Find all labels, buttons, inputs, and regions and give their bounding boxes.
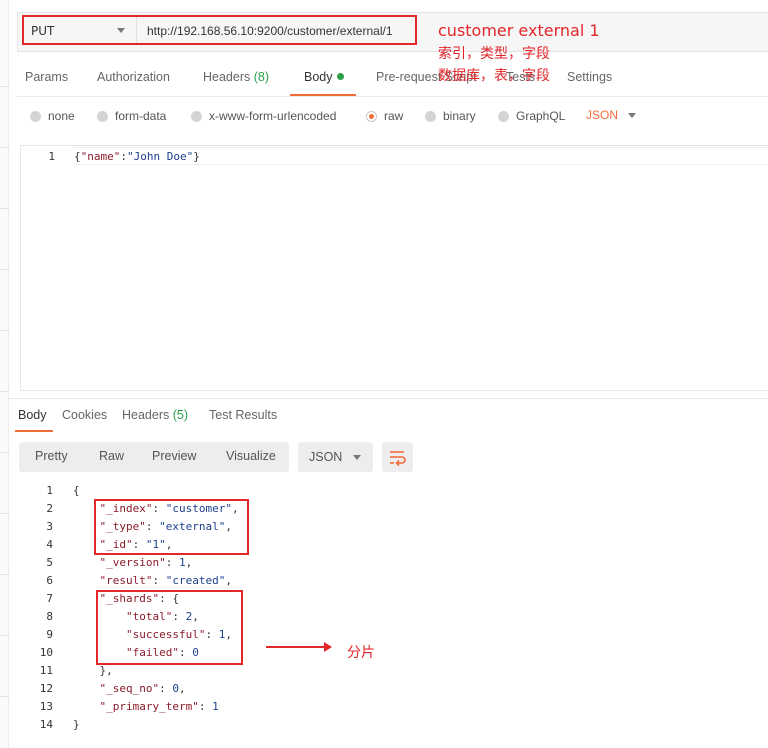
- line-number: 2: [46, 502, 53, 515]
- response-code-line: "_primary_term": 1: [99, 700, 219, 713]
- response-tab-cookies[interactable]: Cookies: [62, 408, 107, 422]
- tabs-divider: [17, 96, 768, 97]
- chevron-down-icon[interactable]: [628, 113, 636, 118]
- response-code-line: },: [73, 664, 113, 677]
- tab-body[interactable]: Body: [304, 70, 344, 84]
- radio-selected-icon: [366, 110, 377, 122]
- annotation-url-line1: customer external 1: [438, 21, 600, 40]
- line-number: 1: [48, 150, 55, 163]
- response-code-line: "_type": "external",: [99, 520, 232, 533]
- annotation-arrow: [266, 642, 332, 652]
- line-number: 7: [46, 592, 53, 605]
- pane-divider[interactable]: [9, 398, 768, 399]
- response-code-line: {: [73, 484, 80, 497]
- tab-params[interactable]: Params: [25, 70, 68, 84]
- line-number: 4: [46, 538, 53, 551]
- body-format-select[interactable]: JSON: [586, 108, 618, 122]
- line-number: 11: [39, 664, 53, 677]
- response-headers-count: (5): [172, 408, 189, 422]
- radio-graphql[interactable]: GraphQL: [498, 108, 565, 124]
- line-number: 14: [39, 718, 53, 731]
- response-tab-headers[interactable]: Headers (5): [122, 408, 188, 422]
- radio-none[interactable]: none: [30, 108, 75, 124]
- line-number: 12: [39, 682, 53, 695]
- view-pretty-button[interactable]: Pretty: [35, 449, 68, 463]
- line-number: 1: [46, 484, 53, 497]
- radio-icon: [498, 110, 509, 122]
- line-number: 3: [46, 520, 53, 533]
- radio-icon: [30, 110, 41, 122]
- response-code-line: "_seq_no": 0,: [99, 682, 186, 695]
- response-tab-test-results[interactable]: Test Results: [209, 408, 277, 422]
- response-tab-body[interactable]: Body: [18, 408, 47, 422]
- radio-icon: [97, 110, 108, 122]
- chevron-down-icon: [353, 455, 361, 460]
- body-indicator-dot: [336, 73, 344, 81]
- line-gutter: [21, 146, 73, 390]
- radio-raw[interactable]: raw: [366, 108, 403, 124]
- headers-count: (8): [253, 70, 270, 84]
- view-preview-button[interactable]: Preview: [152, 449, 196, 463]
- response-code-line: "_shards": {: [99, 592, 179, 605]
- response-format-select[interactable]: JSON: [298, 442, 373, 472]
- line-number: 9: [46, 628, 53, 641]
- active-tab-underline: [15, 430, 53, 432]
- response-code-line: "_index": "customer",: [99, 502, 239, 515]
- annotation-shards-note: 分片: [347, 645, 375, 661]
- line-number: 13: [39, 700, 53, 713]
- request-body-editor[interactable]: 1 {"name":"John Doe"}: [20, 145, 768, 391]
- view-raw-button[interactable]: Raw: [99, 449, 124, 463]
- method-value: PUT: [31, 24, 55, 38]
- method-select[interactable]: PUT: [23, 16, 133, 46]
- view-visualize-button[interactable]: Visualize: [226, 449, 276, 463]
- tab-authorization[interactable]: Authorization: [97, 70, 170, 84]
- radio-x-www-form-urlencoded[interactable]: x-www-form-urlencoded: [191, 108, 336, 124]
- url-input[interactable]: http://192.168.56.10:9200/customer/exter…: [136, 16, 416, 46]
- response-code-line: "result": "created",: [99, 574, 232, 587]
- radio-binary[interactable]: binary: [425, 108, 476, 124]
- radio-form-data[interactable]: form-data: [97, 108, 166, 124]
- response-code-line: "successful": 1,: [125, 628, 232, 641]
- response-code-line: "_id": "1",: [99, 538, 173, 551]
- response-code-line: "total": 2,: [125, 610, 199, 623]
- response-code-line: "failed": 0: [125, 646, 199, 659]
- tab-headers[interactable]: Headers (8): [203, 70, 269, 84]
- line-number: 8: [46, 610, 53, 623]
- tab-settings[interactable]: Settings: [565, 70, 613, 84]
- line-number: 5: [46, 556, 53, 569]
- request-body-code: {"name":"John Doe"}: [74, 150, 200, 163]
- response-code-line: "_version": 1,: [99, 556, 193, 569]
- chevron-down-icon: [117, 28, 125, 33]
- response-code-line: }: [73, 718, 80, 731]
- radio-icon: [425, 110, 436, 122]
- annotation-url-line2: 索引，类型，字段: [438, 46, 550, 62]
- line-number: 10: [39, 646, 53, 659]
- line-number: 6: [46, 574, 53, 587]
- wrap-lines-button[interactable]: [382, 442, 413, 472]
- sidebar-edge: [0, 0, 9, 748]
- annotation-url-line3: 数据库，表，字段: [438, 68, 550, 84]
- wrap-lines-icon: [390, 451, 406, 467]
- radio-icon: [191, 110, 202, 122]
